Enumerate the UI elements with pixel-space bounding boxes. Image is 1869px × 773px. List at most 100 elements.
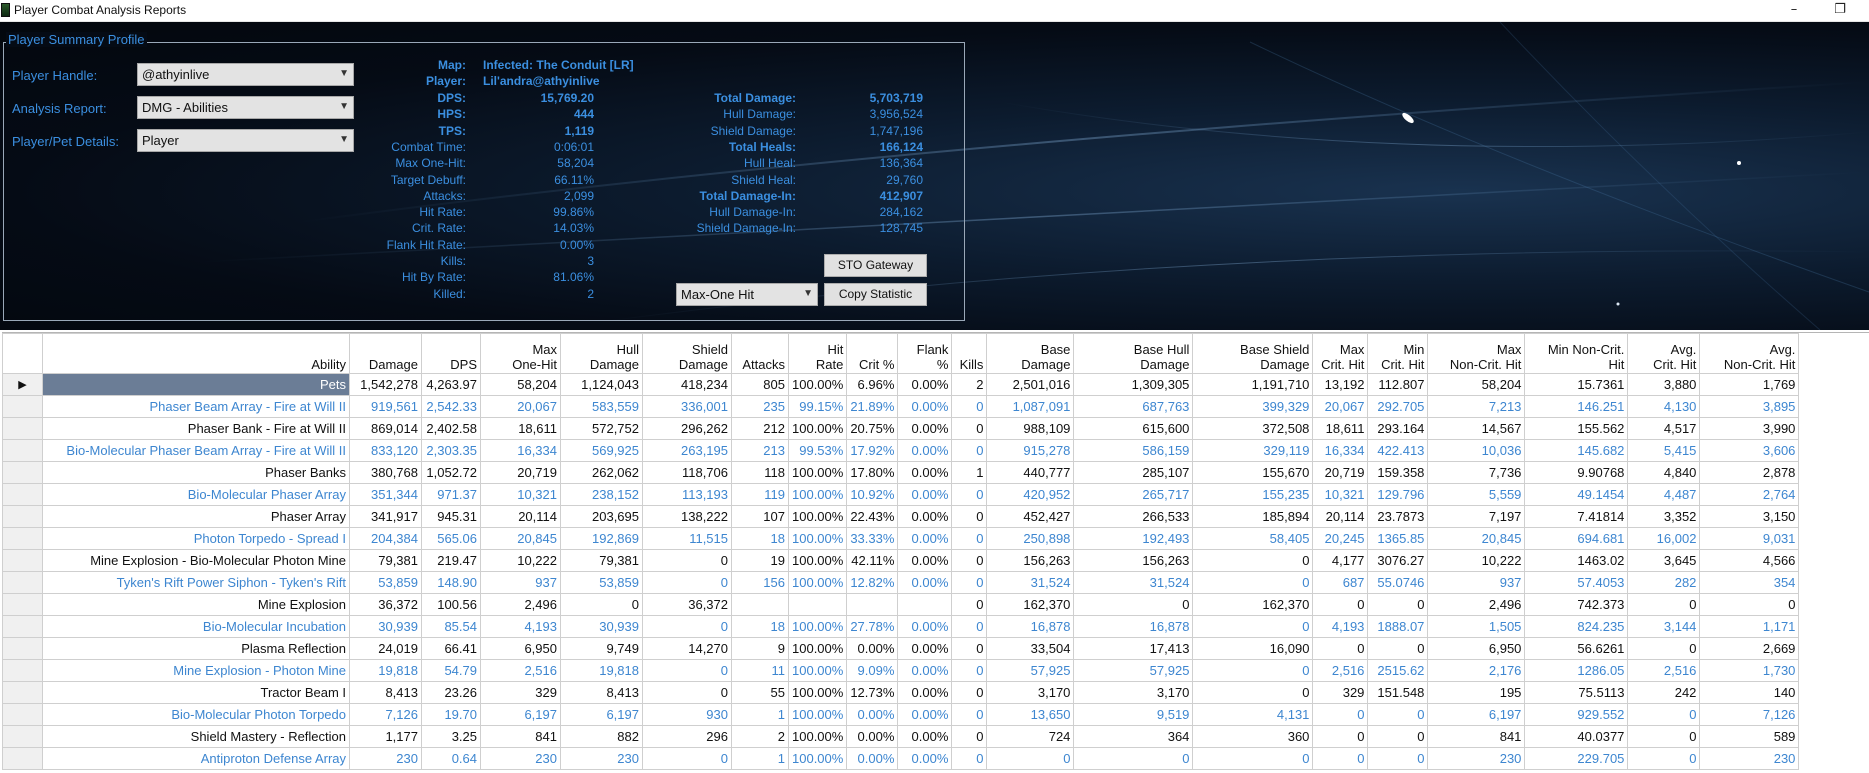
table-cell[interactable]: 440,777 [986,461,1075,484]
table-cell[interactable]: 19.70 [421,703,481,726]
table-cell[interactable]: 296,262 [642,417,732,440]
row-selector[interactable] [2,659,43,682]
table-cell[interactable]: 1,309,305 [1073,373,1194,396]
table-cell[interactable]: 250,898 [986,527,1075,550]
table-cell[interactable]: 6,197 [480,703,561,726]
table-cell[interactable]: 4,131 [1192,703,1314,726]
table-cell[interactable]: 364 [1073,725,1194,748]
table-cell[interactable]: 2,878 [1699,461,1800,484]
row-selector[interactable] [2,461,43,484]
table-cell[interactable]: 292.705 [1367,395,1429,418]
table-cell[interactable]: 57,925 [1073,659,1194,682]
table-cell[interactable]: 0.00% [897,703,953,726]
table-cell[interactable]: 0 [951,747,988,770]
table-cell[interactable]: 58,204 [1427,373,1526,396]
column-header[interactable]: Kills [951,333,988,374]
table-cell[interactable]: 19 [731,549,789,572]
table-cell[interactable]: 3,880 [1627,373,1701,396]
table-cell[interactable]: 33,504 [986,637,1075,660]
table-cell[interactable]: 10,036 [1427,439,1526,462]
table-cell[interactable]: 0.00% [897,659,953,682]
table-cell[interactable]: 0 [951,681,988,704]
table-cell[interactable]: 0 [951,725,988,748]
table-cell[interactable]: 4,487 [1627,483,1701,506]
table-cell[interactable]: 53,859 [349,571,422,594]
table-cell[interactable]: 0.00% [897,373,953,396]
table-cell[interactable]: 2,496 [1427,593,1526,616]
table-row[interactable]: Shield Mastery - Reflection 1,177 3.25 841 8… [2,725,1800,748]
column-header[interactable]: Base Hull Damage [1073,333,1194,374]
table-cell[interactable]: 0 [1192,681,1314,704]
table-cell[interactable]: 4,130 [1627,395,1701,418]
table-cell[interactable]: 1,171 [1699,615,1800,638]
table-cell[interactable]: 53,859 [560,571,643,594]
table-cell[interactable]: 1,730 [1699,659,1800,682]
table-cell[interactable]: 230 [560,747,643,770]
table-cell[interactable]: 20,845 [480,527,561,550]
table-cell[interactable]: 20,114 [1312,505,1369,528]
table-cell[interactable]: 0.00% [897,461,953,484]
table-cell[interactable]: 1286.05 [1524,659,1629,682]
ability-name-cell[interactable]: Bio-Molecular Phaser Array [42,483,350,506]
table-cell[interactable]: 4,193 [1312,615,1369,638]
table-cell[interactable]: 20,719 [1312,461,1369,484]
row-selector[interactable] [2,681,43,704]
table-cell[interactable]: 119 [731,483,789,506]
table-cell[interactable]: 372,508 [1192,417,1314,440]
table-cell[interactable]: 20,845 [1427,527,1526,550]
table-cell[interactable]: 0 [1192,659,1314,682]
table-cell[interactable]: 20,114 [480,505,561,528]
table-cell[interactable]: 16,090 [1192,637,1314,660]
table-cell[interactable]: 30,939 [560,615,643,638]
table-cell[interactable]: 422.413 [1367,439,1429,462]
ability-name-cell[interactable]: Pets [42,373,350,396]
table-cell[interactable]: 589 [1699,725,1800,748]
row-selector[interactable]: ▶ [2,373,43,396]
table-cell[interactable]: 31,524 [986,571,1075,594]
table-cell[interactable]: 0 [1192,549,1314,572]
table-cell[interactable]: 36,372 [642,593,732,616]
table-row[interactable]: Bio-Molecular Phaser Array 351,344 971.37 1… [2,483,1800,506]
table-cell[interactable]: 329 [480,681,561,704]
table-cell[interactable]: 687,763 [1073,395,1194,418]
table-cell[interactable]: 0 [560,593,643,616]
table-cell[interactable]: 2,669 [1699,637,1800,660]
table-cell[interactable]: 0.00% [897,483,953,506]
table-cell[interactable]: 4,263.97 [421,373,481,396]
table-cell[interactable]: 0.00% [897,637,953,660]
table-cell[interactable]: 49.1454 [1524,483,1629,506]
table-cell[interactable]: 336,001 [642,395,732,418]
table-cell[interactable]: 20,719 [480,461,561,484]
table-cell[interactable]: 1 [731,747,789,770]
table-cell[interactable]: 360 [1192,725,1314,748]
table-cell[interactable]: 212 [731,417,789,440]
table-cell[interactable]: 9 [731,637,789,660]
table-cell[interactable]: 0.00% [897,681,953,704]
table-cell[interactable]: 12.73% [846,681,899,704]
table-cell[interactable]: 0.00% [897,395,953,418]
table-cell[interactable]: 0 [1192,615,1314,638]
table-cell[interactable]: 18,611 [480,417,561,440]
table-cell[interactable]: 100.00% [787,417,848,440]
table-cell[interactable]: 2,516 [1627,659,1701,682]
table-cell[interactable]: 7,736 [1427,461,1526,484]
table-cell[interactable]: 293.164 [1367,417,1429,440]
column-header[interactable]: Base Damage [986,333,1075,374]
table-row[interactable]: Phaser Bank - Fire at Will II 869,014 2,40… [2,417,1800,440]
table-cell[interactable]: 100.00% [787,637,848,660]
ability-name-cell[interactable]: Phaser Array [42,505,350,528]
table-cell[interactable]: 1,769 [1699,373,1800,396]
table-cell[interactable]: 285,107 [1073,461,1194,484]
table-cell[interactable]: 1,191,710 [1192,373,1314,396]
table-cell[interactable]: 329 [1312,681,1369,704]
table-cell[interactable]: 0 [1367,637,1429,660]
table-cell[interactable]: 919,561 [349,395,422,418]
table-cell[interactable]: 66.41 [421,637,481,660]
ability-name-cell[interactable]: Mine Explosion [42,593,350,616]
table-cell[interactable]: 1,052.72 [421,461,481,484]
table-cell[interactable]: 18,611 [1312,417,1369,440]
column-header[interactable]: Damage [349,333,422,374]
table-cell[interactable]: 118,706 [642,461,732,484]
table-cell[interactable]: 262,062 [560,461,643,484]
table-cell[interactable]: 79,381 [560,549,643,572]
